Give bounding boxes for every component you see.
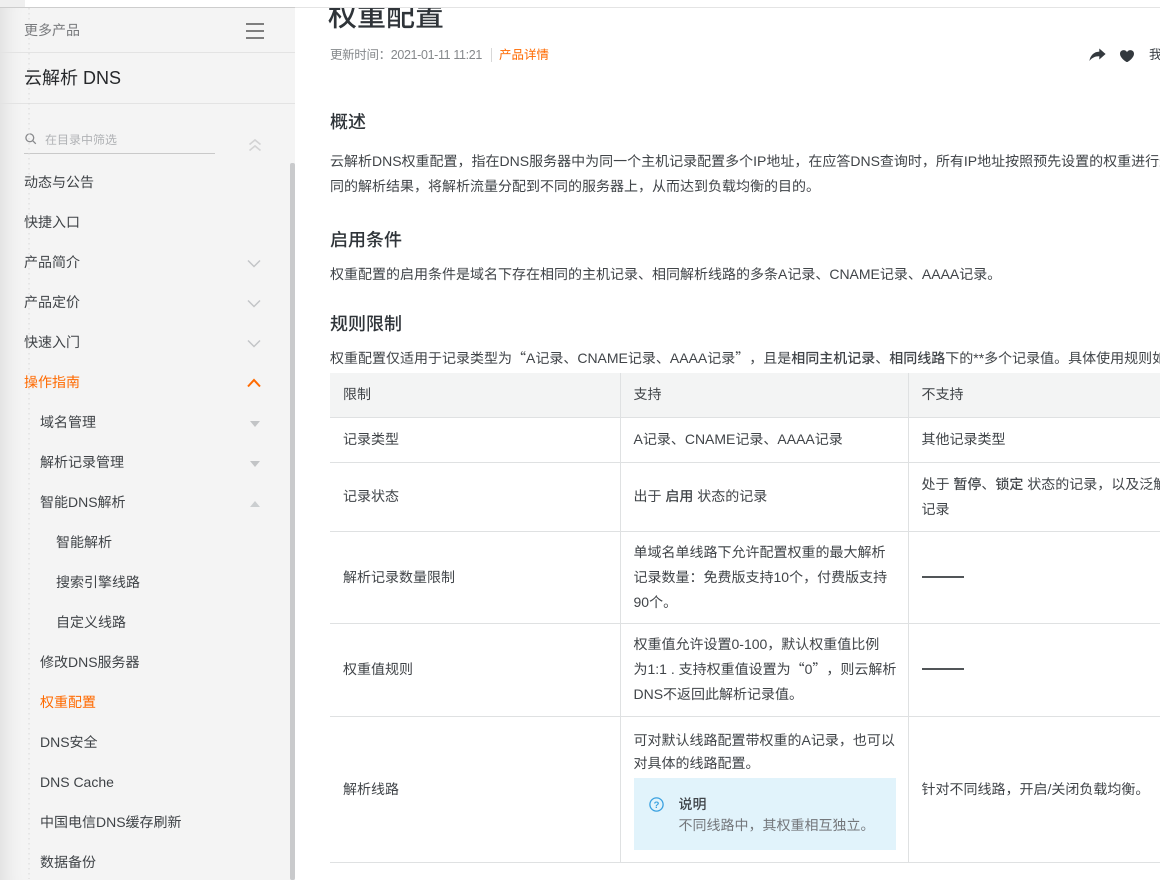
svg-text:?: ? — [653, 800, 659, 811]
